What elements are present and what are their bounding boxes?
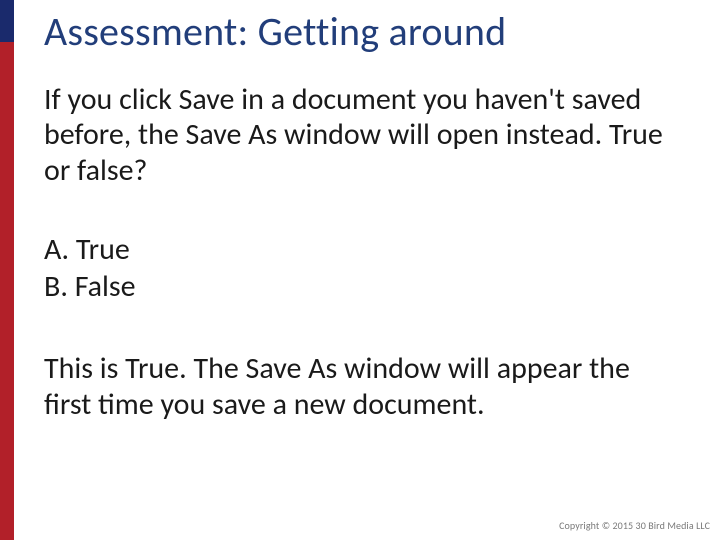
option-a: A. True (44, 232, 676, 269)
slide-title: Assessment: Getting around (44, 10, 676, 54)
option-label: True (76, 231, 130, 268)
options-list: A. True B. False (44, 232, 676, 305)
option-b: B. False (44, 269, 676, 306)
option-letter: B. (44, 268, 68, 305)
slide-content: Assessment: Getting around If you click … (0, 0, 720, 540)
option-letter: A. (44, 231, 69, 268)
question-text: If you click Save in a document you have… (44, 82, 676, 188)
copyright-text: Copyright © 2015 30 Bird Media LLC (559, 519, 710, 532)
option-label: False (75, 268, 136, 305)
explanation-text: This is True. The Save As window will ap… (44, 351, 676, 422)
